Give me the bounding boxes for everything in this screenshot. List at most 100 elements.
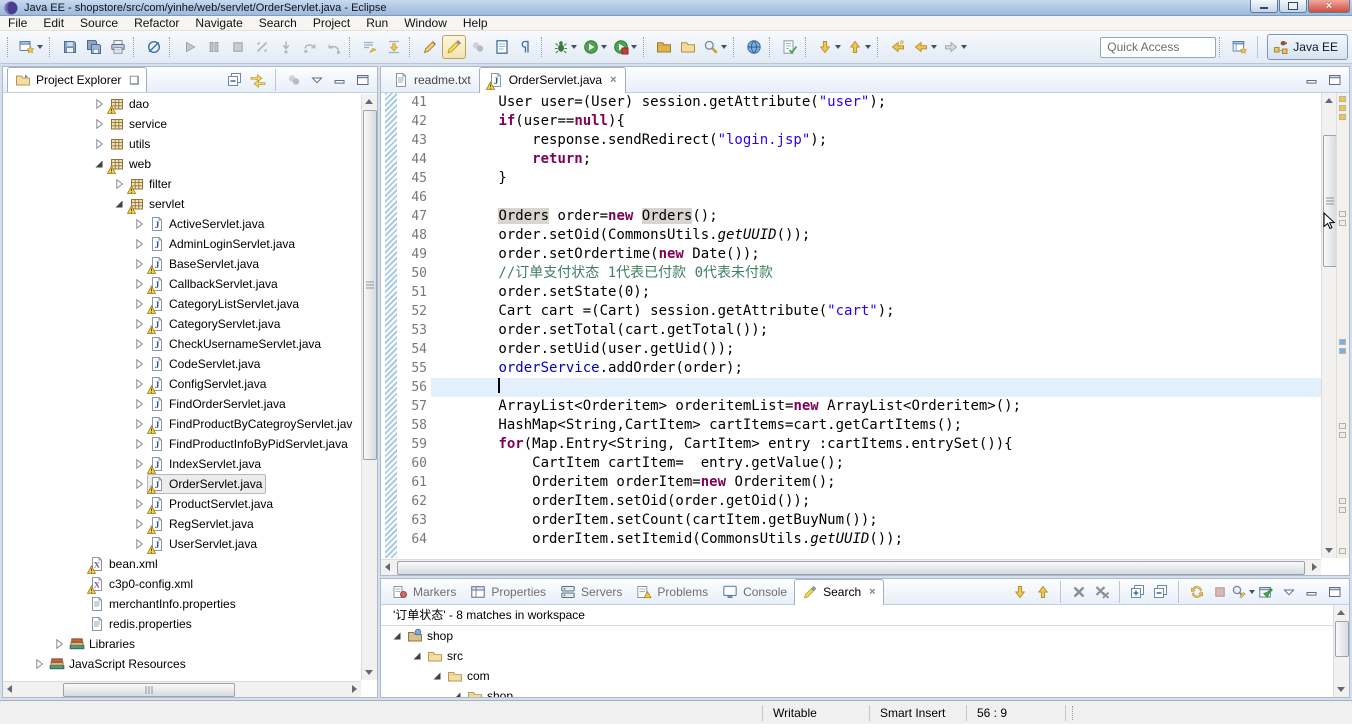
- tree-collapsed-arrow-icon[interactable]: [131, 256, 147, 272]
- explorer-item-dao[interactable]: dao: [3, 94, 361, 114]
- validate-button[interactable]: [778, 35, 802, 59]
- explorer-hscrollbar-thumb[interactable]: [63, 683, 235, 697]
- explorer-item-productservlet-java[interactable]: JProductServlet.java: [3, 494, 361, 514]
- bottom-vertical-scrollbar[interactable]: [1333, 605, 1349, 697]
- overview-marker[interactable]: [1339, 498, 1346, 504]
- explorer-item-categorylistservlet-java[interactable]: JCategoryListServlet.java: [3, 294, 361, 314]
- tree-collapsed-arrow-icon[interactable]: [131, 376, 147, 392]
- explorer-item-codeservlet-java[interactable]: JCodeServlet.java: [3, 354, 361, 374]
- overview-marker[interactable]: [1339, 339, 1346, 345]
- disconnect-button[interactable]: [250, 35, 274, 59]
- show-whitespace-button[interactable]: [514, 35, 538, 59]
- tree-collapsed-arrow-icon[interactable]: [131, 536, 147, 552]
- tree-expanded-arrow-icon[interactable]: [429, 668, 445, 684]
- close-icon[interactable]: ×: [869, 586, 875, 598]
- search-settings-dropdown-icon[interactable]: [1249, 590, 1255, 594]
- menu-run[interactable]: Run: [358, 16, 396, 30]
- tree-collapsed-arrow-icon[interactable]: [131, 336, 147, 352]
- resume-button[interactable]: [178, 35, 202, 59]
- overview-marker[interactable]: [1339, 96, 1346, 102]
- next-annotation-button[interactable]: [814, 35, 844, 59]
- coverage-dropdown-icon[interactable]: [631, 45, 637, 49]
- next-annotation-dropdown-icon[interactable]: [835, 45, 841, 49]
- editor-tab-orderservlet-java[interactable]: JOrderServlet.java×: [479, 67, 626, 93]
- editor-vertical-scrollbar[interactable]: [1321, 93, 1337, 558]
- show-selected-doc-button[interactable]: [490, 35, 514, 59]
- debug-button[interactable]: [550, 35, 580, 59]
- explorer-item-filter[interactable]: filter: [3, 174, 361, 194]
- stop-button[interactable]: [226, 35, 250, 59]
- tree-collapsed-arrow-icon[interactable]: [131, 356, 147, 372]
- tree-collapsed-arrow-icon[interactable]: [131, 476, 147, 492]
- search-item-shop[interactable]: shop: [381, 626, 1333, 646]
- editor-tab-readme-txt[interactable]: readme.txt: [385, 68, 479, 93]
- explorer-item-javascript-resources[interactable]: JavaScript Resources: [3, 654, 361, 674]
- tree-collapsed-arrow-icon[interactable]: [91, 96, 107, 112]
- overview-marker[interactable]: [1339, 114, 1346, 120]
- forward-button[interactable]: [940, 35, 970, 59]
- collapse-all2-button[interactable]: [1150, 581, 1171, 602]
- tree-collapsed-arrow-icon[interactable]: [131, 456, 147, 472]
- tab-search[interactable]: Search×: [794, 579, 883, 605]
- gray-dots-button[interactable]: [283, 69, 304, 90]
- tree-collapsed-arrow-icon[interactable]: [131, 316, 147, 332]
- explorer-item-bean-xml[interactable]: Xbean.xml: [3, 554, 361, 574]
- explorer-item-regservlet-java[interactable]: JRegServlet.java: [3, 514, 361, 534]
- skip-breakpoints-button[interactable]: [142, 35, 166, 59]
- explorer-item-service[interactable]: service: [3, 114, 361, 134]
- explorer-item-redis-properties[interactable]: redis.properties: [3, 614, 361, 634]
- forward-dropdown-icon[interactable]: [961, 45, 967, 49]
- win-minimize-button[interactable]: [1250, 0, 1278, 13]
- print-button[interactable]: [106, 35, 130, 59]
- back-button[interactable]: [910, 35, 940, 59]
- overview-marker[interactable]: [1339, 507, 1346, 513]
- close-icon[interactable]: ×: [610, 74, 616, 86]
- explorer-item-adminloginservlet-java[interactable]: JAdminLoginServlet.java: [3, 234, 361, 254]
- new-wizard-dropdown-icon[interactable]: [37, 45, 43, 49]
- step-return-button[interactable]: [322, 35, 346, 59]
- explorer-item-configservlet-java[interactable]: JConfigServlet.java: [3, 374, 361, 394]
- minimize-view-button[interactable]: [1301, 581, 1322, 602]
- explorer-item-findproductinfobypidservlet-java[interactable]: JFindProductInfoByPidServlet.java: [3, 434, 361, 454]
- run-button[interactable]: [580, 35, 610, 59]
- explorer-item-baseservlet-java[interactable]: JBaseServlet.java: [3, 254, 361, 274]
- explorer-item-activeservlet-java[interactable]: JActiveServlet.java: [3, 214, 361, 234]
- menu-edit[interactable]: Edit: [35, 16, 72, 30]
- tree-collapsed-arrow-icon[interactable]: [91, 136, 107, 152]
- tree-collapsed-arrow-icon[interactable]: [131, 236, 147, 252]
- close-icon[interactable]: ❏: [129, 74, 139, 87]
- overview-marker[interactable]: [1339, 348, 1346, 354]
- search-item-com[interactable]: com: [381, 666, 1333, 686]
- tree-expanded-arrow-icon[interactable]: [91, 156, 107, 172]
- explorer-item-checkusernameservlet-java[interactable]: JCheckUsernameServlet.java: [3, 334, 361, 354]
- tab-servers[interactable]: Servers: [553, 580, 629, 605]
- search-torch-button[interactable]: [700, 35, 730, 59]
- view-menu-button[interactable]: [306, 69, 327, 90]
- tree-collapsed-arrow-icon[interactable]: [91, 116, 107, 132]
- minimize-view-button[interactable]: [1301, 69, 1322, 90]
- gray-dots-button[interactable]: [466, 35, 490, 59]
- editor-hscrollbar-thumb[interactable]: [397, 561, 1305, 575]
- tree-collapsed-arrow-icon[interactable]: [131, 496, 147, 512]
- view-menu-button[interactable]: [1278, 581, 1299, 602]
- explorer-item-c3p0-config-xml[interactable]: Xc3p0-config.xml: [3, 574, 361, 594]
- search-torch-dropdown-icon[interactable]: [721, 45, 727, 49]
- save-button[interactable]: [58, 35, 82, 59]
- run-dropdown-icon[interactable]: [601, 45, 607, 49]
- coverage-button[interactable]: [610, 35, 640, 59]
- search-item-src[interactable]: src: [381, 646, 1333, 666]
- mark-occurrences-button[interactable]: [442, 35, 466, 59]
- explorer-horizontal-scrollbar[interactable]: [3, 681, 361, 697]
- prev-annotation-dropdown-icon[interactable]: [865, 45, 871, 49]
- up-yellow-button[interactable]: [1032, 581, 1053, 602]
- tab-markers[interactable]: Markers: [385, 580, 463, 605]
- explorer-item-indexservlet-java[interactable]: JIndexServlet.java: [3, 454, 361, 474]
- tree-expanded-arrow-icon[interactable]: [111, 196, 127, 212]
- menu-window[interactable]: Window: [396, 16, 455, 30]
- win-close-button[interactable]: ×: [1308, 0, 1350, 13]
- explorer-scrollbar-thumb[interactable]: [363, 110, 377, 460]
- tree-collapsed-arrow-icon[interactable]: [131, 416, 147, 432]
- stop-sq-button[interactable]: [1209, 581, 1230, 602]
- refresh-button[interactable]: [1186, 581, 1207, 602]
- search-item-shop[interactable]: shop: [381, 686, 1333, 697]
